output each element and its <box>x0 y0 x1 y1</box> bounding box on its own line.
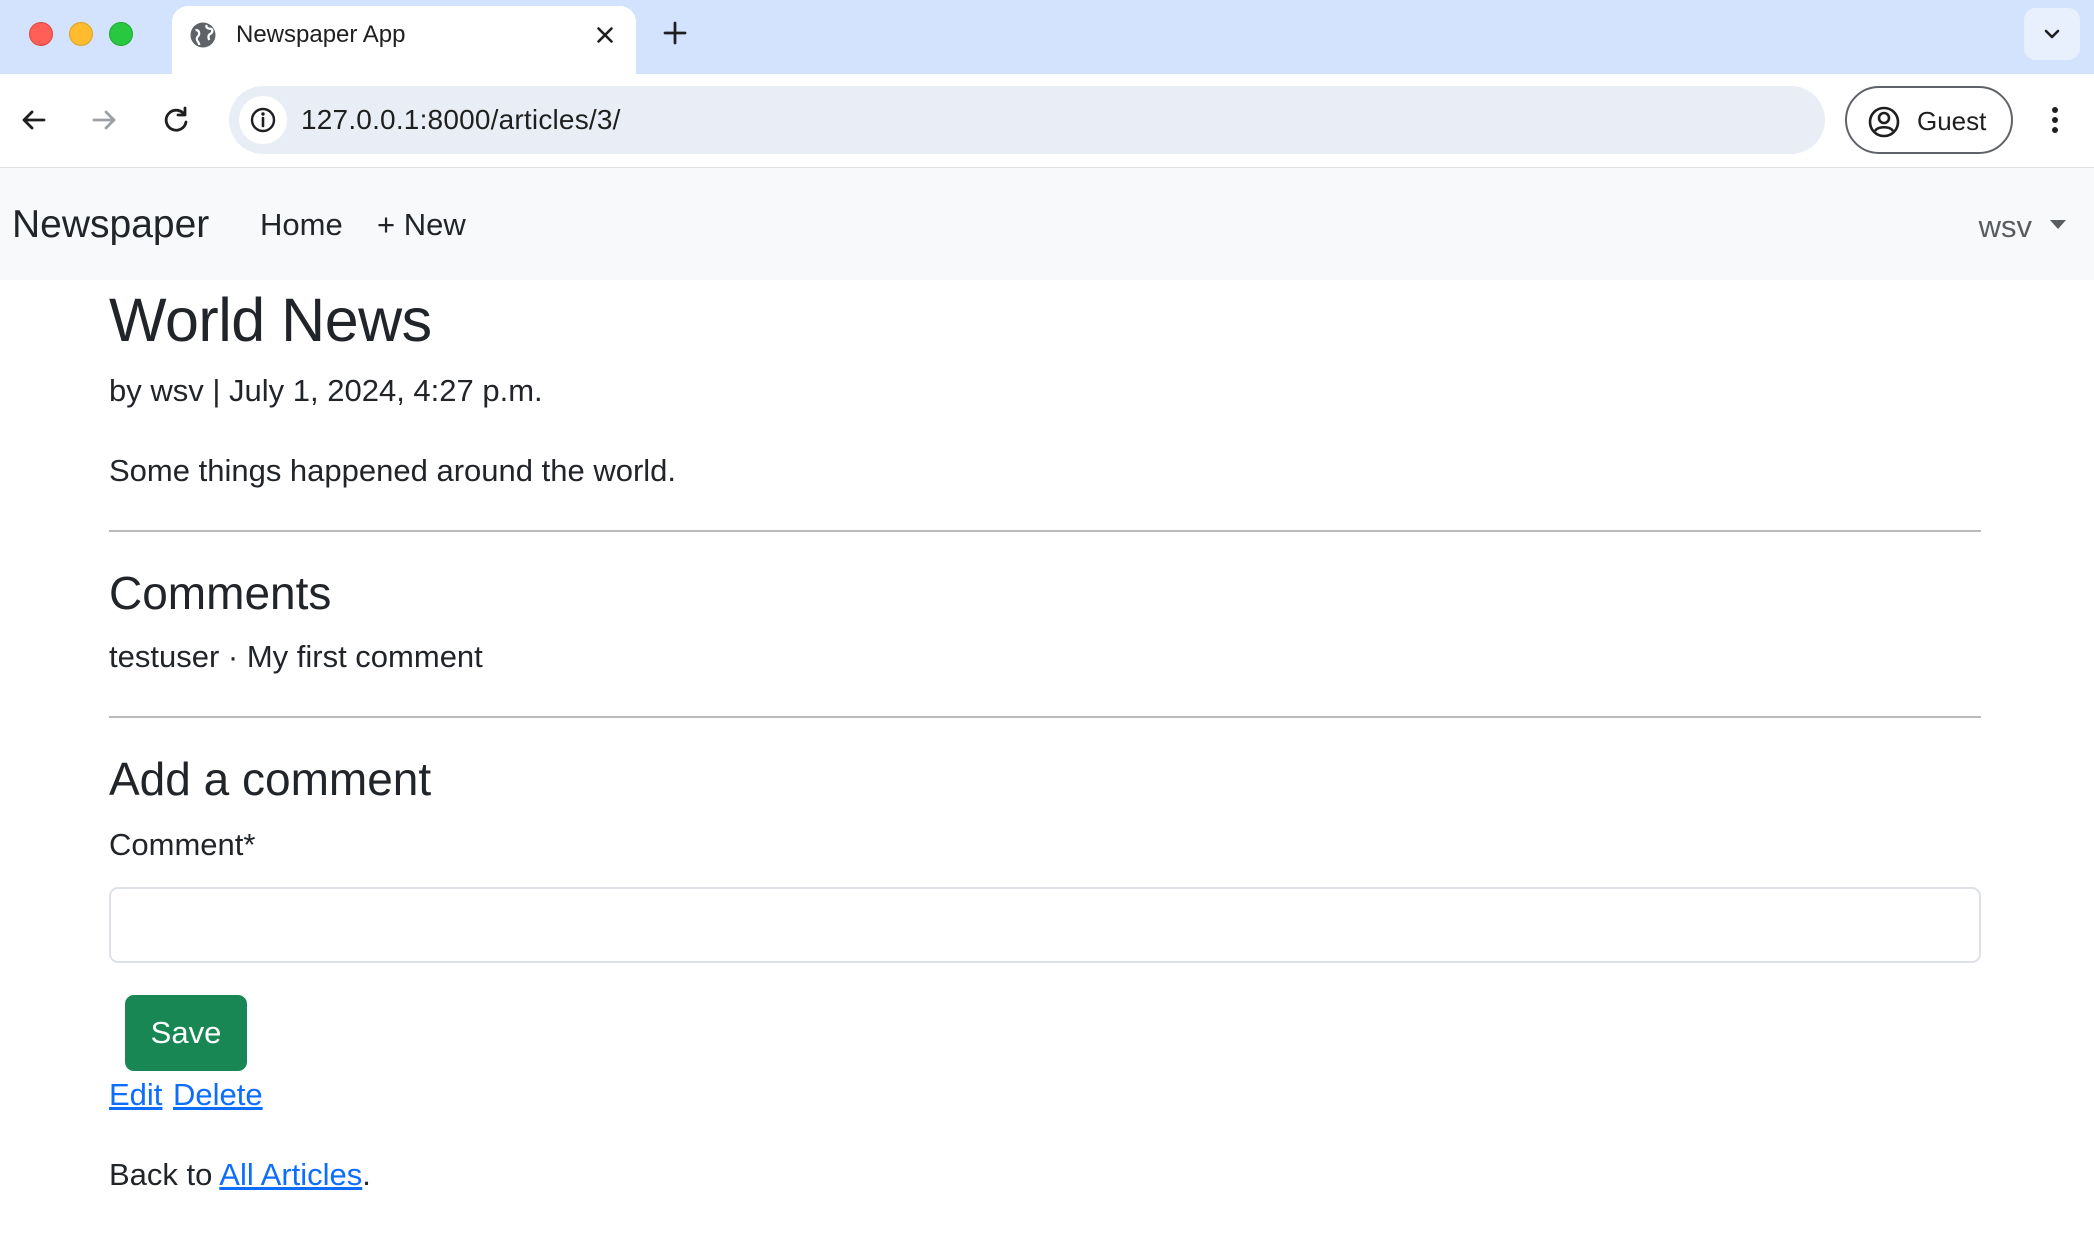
divider <box>109 716 1981 718</box>
back-arrow-icon[interactable] <box>14 100 54 140</box>
address-bar[interactable]: 127.0.0.1:8000/articles/3/ <box>229 86 1825 154</box>
navbar-brand-link[interactable]: Newspaper <box>12 202 209 248</box>
article-byline: by wsv | July 1, 2024, 4:27 p.m. <box>109 373 543 408</box>
save-button[interactable]: Save <box>125 995 247 1071</box>
site-navbar: Newspaper Home + New wsv <box>0 168 2094 280</box>
comment-item: testuser · My first comment <box>109 639 483 674</box>
tab-title: Newspaper App <box>236 21 406 48</box>
window-close-button[interactable] <box>29 22 53 46</box>
tab-search-button[interactable] <box>2024 8 2080 60</box>
back-suffix-text: . <box>362 1157 371 1192</box>
caret-down-icon <box>2050 220 2066 230</box>
nav-new-link[interactable]: + New <box>377 206 466 244</box>
comment-input[interactable] <box>109 887 1981 963</box>
comment-field-label: Comment* <box>109 827 256 862</box>
browser-tab-active[interactable]: Newspaper App <box>172 6 636 74</box>
delete-article-link[interactable]: Delete <box>173 1076 263 1114</box>
add-comment-heading: Add a comment <box>109 753 432 805</box>
back-prefix-text: Back to <box>109 1157 220 1192</box>
article-title: World News <box>109 286 432 354</box>
browser-toolbar: 127.0.0.1:8000/articles/3/ Guest <box>0 74 2094 168</box>
url-text: 127.0.0.1:8000/articles/3/ <box>301 104 621 135</box>
info-icon <box>250 107 276 133</box>
user-menu-dropdown[interactable]: wsv <box>1979 208 2066 246</box>
account-circle-icon <box>1868 106 1900 138</box>
globe-icon <box>190 22 216 48</box>
window-minimize-button[interactable] <box>69 22 93 46</box>
new-tab-plus-icon[interactable] <box>660 18 690 48</box>
all-articles-link[interactable]: All Articles <box>219 1157 362 1192</box>
divider <box>109 530 1981 532</box>
edit-article-link[interactable]: Edit <box>109 1076 162 1114</box>
forward-arrow-icon[interactable] <box>84 100 124 140</box>
user-menu-label: wsv <box>1978 209 2032 244</box>
reload-icon[interactable] <box>156 100 196 140</box>
profile-label: Guest <box>1917 106 1987 136</box>
nav-home-link[interactable]: Home <box>260 206 343 244</box>
article-body: Some things happened around the world. <box>109 453 677 488</box>
site-info-button[interactable] <box>239 96 287 144</box>
browser-tabstrip: Newspaper App <box>0 0 2094 74</box>
profile-button[interactable]: Guest <box>1845 86 2013 154</box>
window-maximize-button[interactable] <box>109 22 133 46</box>
close-icon[interactable] <box>592 22 618 48</box>
more-vert-icon[interactable] <box>2040 100 2070 140</box>
chevron-down-icon <box>2044 29 2060 39</box>
comments-heading: Comments <box>109 567 332 619</box>
back-to-articles-line: Back to All Articles. <box>109 1156 371 1194</box>
